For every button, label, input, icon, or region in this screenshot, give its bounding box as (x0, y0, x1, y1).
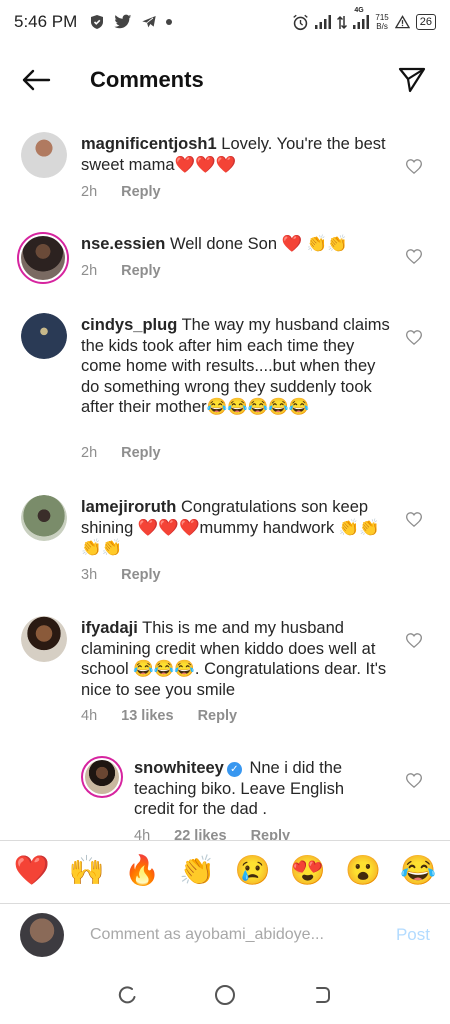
avatar[interactable] (21, 495, 67, 541)
avatar[interactable] (17, 232, 69, 284)
like-button[interactable] (404, 770, 424, 790)
system-nav-bar (0, 966, 450, 1024)
heart-icon (406, 632, 422, 648)
comment-username[interactable]: ifyadaji (81, 619, 138, 637)
avatar[interactable] (81, 756, 123, 798)
like-button[interactable] (404, 327, 424, 347)
data-arrows-icon (337, 15, 348, 30)
heart-icon (406, 772, 422, 788)
heart-icon (406, 248, 422, 264)
like-button[interactable] (404, 246, 424, 266)
signal-4g-icon: 4G (353, 7, 370, 29)
heart-icon (406, 329, 422, 345)
comment-meta: 3h Reply (81, 567, 161, 583)
home-button[interactable] (213, 983, 237, 1007)
reply-button[interactable]: Reply (121, 445, 161, 461)
emoji-surprised-button[interactable]: 😮 (345, 857, 381, 886)
comment-time: 4h (81, 708, 98, 724)
comment-meta: 4h 22 likes Reply (134, 828, 290, 840)
comment-composer: Post (0, 903, 450, 965)
back-nav-button[interactable] (310, 983, 334, 1007)
comment-input[interactable] (90, 925, 360, 944)
comment-time: 4h (134, 828, 151, 840)
net-speed: 715 B/s (375, 13, 389, 31)
comment-username[interactable]: snowhiteey (134, 759, 224, 777)
like-button[interactable] (404, 509, 424, 529)
home-icon (214, 985, 235, 1005)
comment-username[interactable]: cindys_plug (81, 316, 177, 334)
likes-count[interactable]: 22 likes (174, 828, 226, 840)
emoji-clap-button[interactable]: 👏 (179, 857, 215, 886)
likes-count[interactable]: 13 likes (121, 708, 173, 724)
avatar (20, 912, 64, 957)
emoji-quick-bar: ❤️ 🙌 🔥 👏 😢 😍 😮 😂 (0, 840, 450, 902)
send-icon (398, 67, 426, 93)
emoji-heart-button[interactable]: ❤️ (14, 857, 50, 886)
emoji-crying-button[interactable]: 😢 (235, 857, 271, 886)
signal-icon (315, 15, 332, 29)
verified-badge-icon: ✓ (226, 762, 242, 777)
comment-time: 3h (81, 567, 98, 583)
comment-meta: 2h Reply (81, 263, 161, 279)
like-button[interactable] (404, 630, 424, 650)
dot-icon (166, 19, 173, 25)
comment-username[interactable]: nse.essien (81, 235, 165, 253)
heart-icon (406, 511, 422, 527)
emoji-laughing-button[interactable]: 😂 (400, 857, 436, 886)
alarm-icon (292, 14, 309, 31)
post-button[interactable]: Post (396, 925, 430, 945)
status-bar: 5:46 PM 4G 715 B/s 26 (0, 0, 450, 44)
arrow-left-icon (22, 69, 51, 91)
twitter-icon (114, 14, 132, 30)
heart-icon (406, 158, 422, 174)
comments-list[interactable]: magnificentjosh1 Lovely. You're the best… (0, 122, 450, 840)
comment-username[interactable]: magnificentjosh1 (81, 135, 217, 153)
comment-time: 2h (81, 184, 98, 200)
shield-icon (89, 14, 105, 30)
comment-time: 2h (81, 263, 98, 279)
comment-text: Well done Son ❤️ 👏👏 (169, 235, 348, 253)
share-button[interactable] (394, 62, 430, 98)
avatar[interactable] (21, 313, 67, 359)
emoji-heart-eyes-button[interactable]: 😍 (290, 857, 326, 886)
avatar[interactable] (21, 132, 67, 178)
avatar[interactable] (21, 616, 67, 662)
reply-button[interactable]: Reply (251, 828, 291, 840)
back-button[interactable] (14, 58, 58, 102)
emoji-fire-button[interactable]: 🔥 (124, 857, 160, 886)
emoji-raised-hands-button[interactable]: 🙌 (69, 857, 105, 886)
back-nav-icon (315, 987, 330, 1003)
reply-button[interactable]: Reply (121, 184, 161, 200)
reply-button[interactable]: Reply (121, 263, 161, 279)
comment-meta: 2h Reply (81, 445, 161, 461)
status-time: 5:46 PM (14, 12, 78, 31)
comment-time: 2h (81, 445, 98, 461)
reply-button[interactable]: Reply (121, 567, 161, 583)
header: Comments (0, 52, 450, 108)
warning-icon (394, 15, 410, 29)
network-type: 4G (354, 7, 364, 14)
comment-meta: 2h Reply (81, 184, 161, 200)
reply-button[interactable]: Reply (198, 708, 238, 724)
battery-icon: 26 (415, 14, 436, 30)
like-button[interactable] (404, 156, 424, 176)
recents-button[interactable] (116, 983, 140, 1007)
comment-meta: 4h 13 likes Reply (81, 708, 237, 724)
telegram-icon (141, 14, 157, 30)
recents-icon (119, 986, 136, 1004)
page-title: Comments (90, 67, 204, 92)
comment-username[interactable]: lamejiroruth (81, 498, 176, 516)
